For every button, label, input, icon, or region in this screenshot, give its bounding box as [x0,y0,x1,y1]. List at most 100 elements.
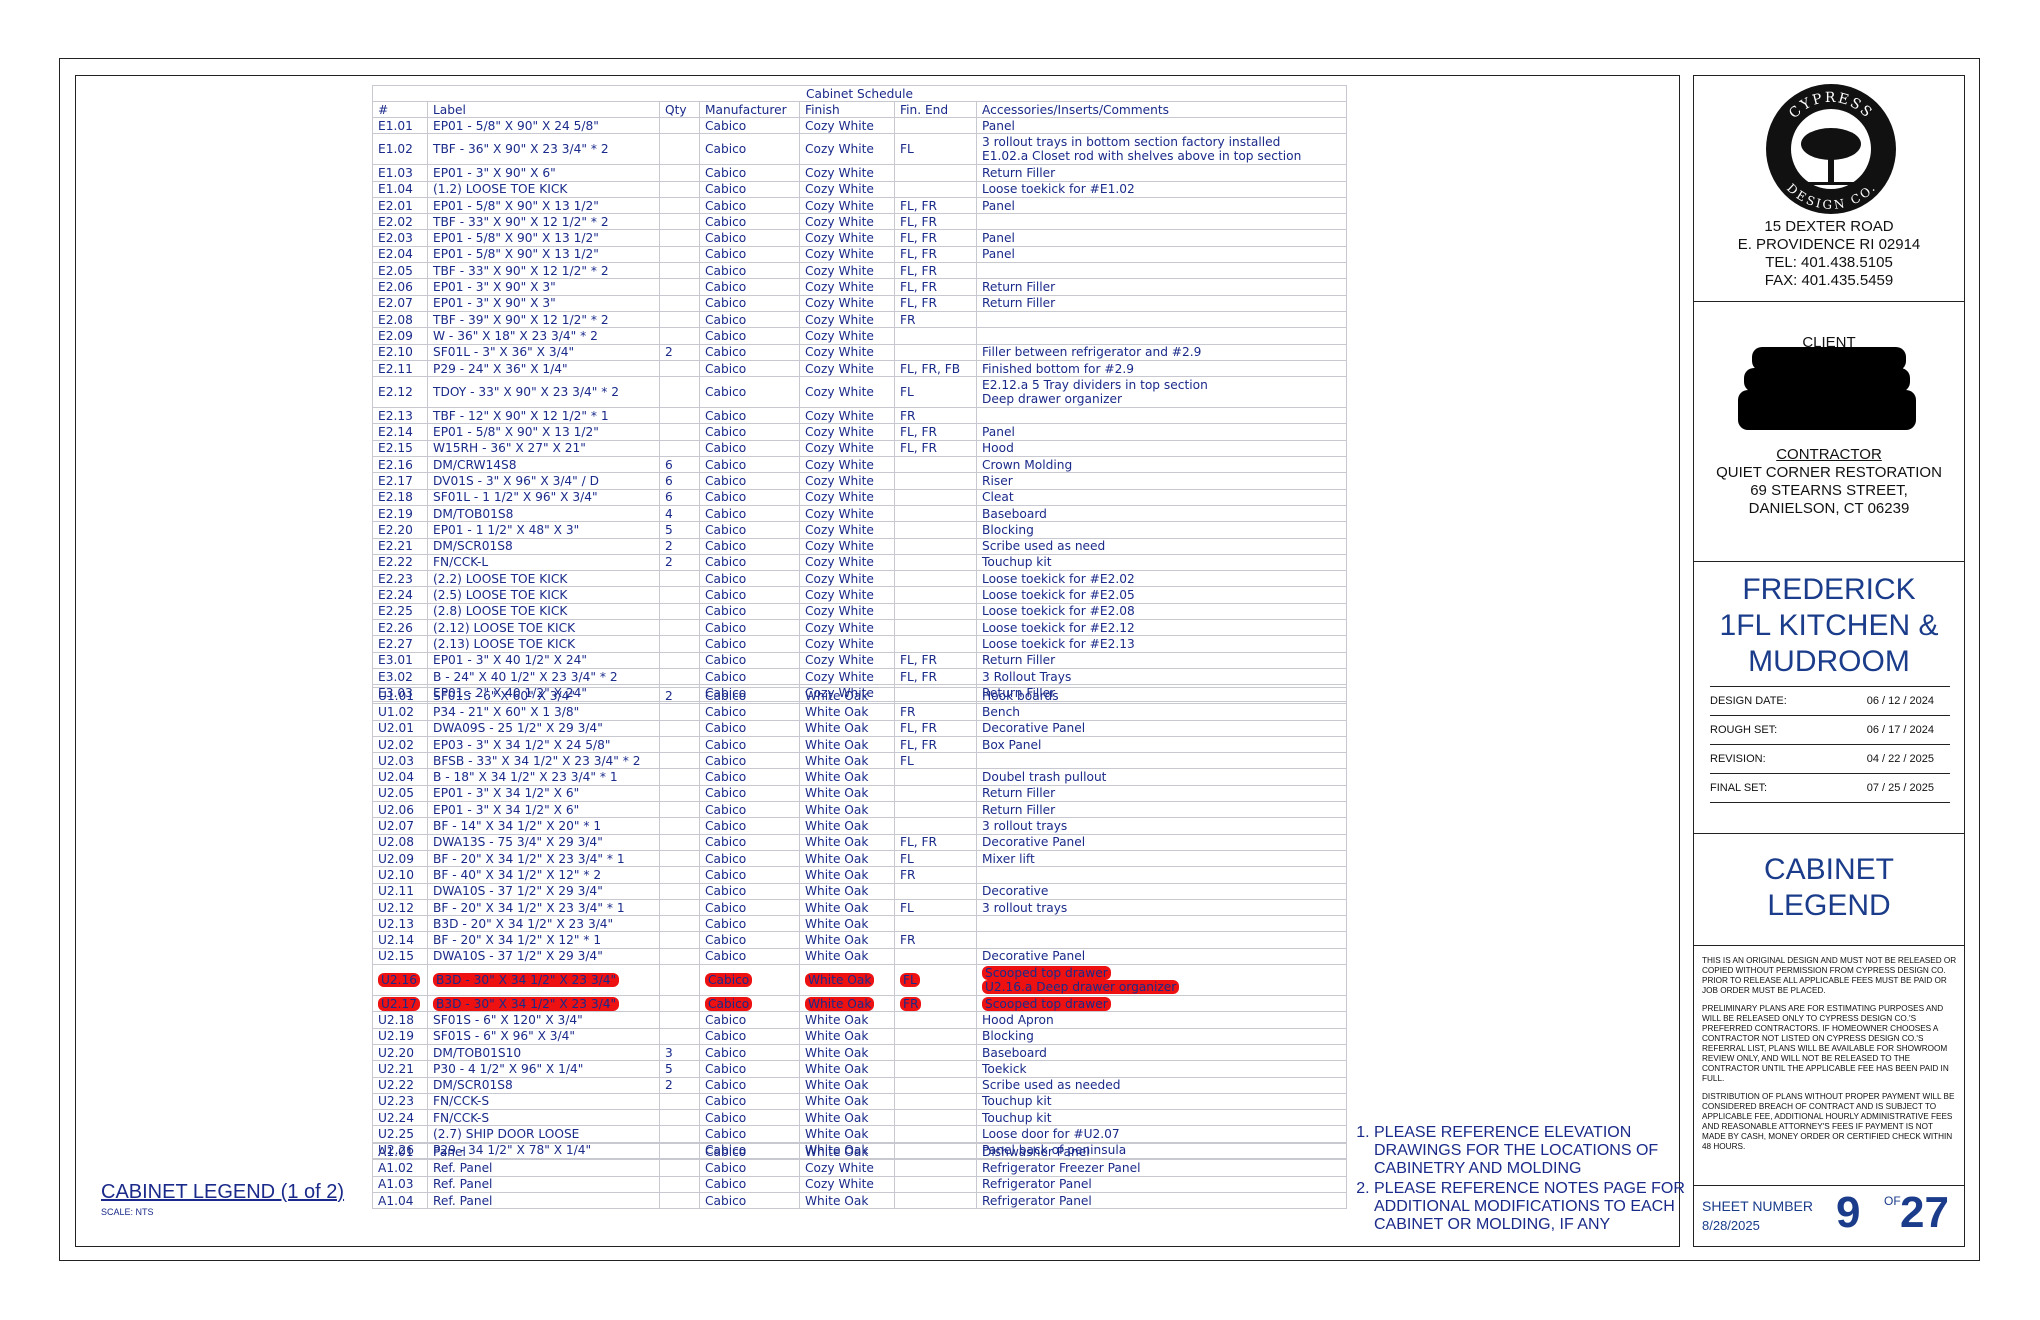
cell-label: BF - 40" X 34 1/2" X 12" * 2 [427,866,660,884]
cell-fin-end: FL, FR [894,735,977,754]
cell-fin-end: FL, FR [894,294,977,312]
cell-comments [976,262,1347,280]
cell-comments: 3 Rollout Trays [976,667,1347,686]
cell-label: P34 - 21" X 60" X 1 3/8" [427,703,660,721]
cell-manufacturer: Cabico [699,262,800,280]
cell-id: U2.01 [372,719,428,737]
cell-comments: Toekick [976,1060,1347,1078]
cell-label: Panel [427,1142,660,1161]
cell-finish: White Oak [799,752,895,770]
cell-id: E2.13 [372,407,428,425]
date-row-rough-set: ROUGH SET: 06 / 17 / 2024 [1710,716,1950,745]
cell-finish: White Oak [799,866,895,884]
cell-id: U2.14 [372,931,428,949]
cell-manufacturer: Cabico [699,133,800,166]
cell-label: (2.5) LOOSE TOE KICK [427,586,660,604]
cell-label: (2.13) LOOSE TOE KICK [427,635,660,653]
cell-comments: Return Filler [976,164,1347,182]
cell-manufacturer: Cabico [699,423,800,441]
cell-manufacturer: Cabico [699,472,800,490]
cell-id: E2.22 [372,553,428,572]
table-row: E2.22 FN/CCK-L 2 Cabico Cozy White Touchup ki… [372,553,1347,572]
cabinet-schedule-table-a: A1.01 Panel Cabico White Oak Dishwasher Pane… [372,1142,1347,1210]
cell-qty [659,784,700,803]
cell-manufacturer: Cabico [699,1027,800,1045]
contractor-label: CONTRACTOR [1776,446,1882,463]
cell-id: A1.04 [372,1191,428,1210]
cell-label: BF - 14" X 34 1/2" X 20" * 1 [427,817,660,835]
note-item: PLEASE REFERENCE NOTES PAGE FOR ADDITION… [1374,1180,1694,1234]
cell-finish: Cozy White [799,521,895,539]
cabinet-schedule-table-u: U1.01 SF01S - 6" X 60" X 3/4" 2 Cabico White… [372,686,1347,1160]
cell-label: DM/SCR01S8 [427,537,660,555]
cell-manufacturer: Cabico [699,196,800,215]
cell-finish: Cozy White [799,116,895,135]
cell-finish: Cozy White [799,635,895,653]
cell-fin-end: FL [894,133,977,166]
cell-manufacturer: Cabico [699,439,800,458]
cell-label: (2.2) LOOSE TOE KICK [427,570,660,588]
cell-comments: Panel [976,229,1347,247]
cell-finish: Cozy White [799,472,895,490]
cell-fin-end: FL, FR [894,833,977,851]
cell-manufacturer: Cabico [699,686,800,705]
cell-qty [659,866,700,884]
cell-id: U2.17 [372,995,428,1013]
cell-qty [659,327,700,345]
cell-qty [659,602,700,621]
cell-finish: Cozy White [799,423,895,441]
cell-manufacturer: Cabico [699,180,800,198]
cell-qty [659,915,700,933]
table-row: E1.04 (1.2) LOOSE TOE KICK Cabico Cozy Whit… [372,180,1347,198]
table-row: E2.09 W - 36" X 18" X 23 3/4" * 2 Cabico Co… [372,327,1347,345]
cell-comments: Finished bottom for #2.9 [976,359,1347,378]
cell-comments [976,866,1347,884]
cell-label: (2.7) SHIP DOOR LOOSE [427,1125,660,1143]
cell-qty [659,619,700,637]
cell-label: EP01 - 5/8" X 90" X 13 1/2" [427,423,660,441]
cell-label: P29 - 24" X 36" X 1/4" [427,359,660,378]
cell-id: E2.04 [372,245,428,264]
cell-fin-end: FL [894,376,977,409]
general-notes: PLEASE REFERENCE ELEVATION DRAWINGS FOR … [1356,1124,1694,1236]
cell-label: (2.12) LOOSE TOE KICK [427,619,660,637]
cell-finish: Cozy White [799,262,895,280]
cell-id: U2.21 [372,1060,428,1078]
cell-id: E2.12 [372,376,428,409]
cell-fin-end: FL [894,752,977,770]
cell-manufacturer: Cabico [699,407,800,425]
table-row: U2.09 BF - 20" X 34 1/2" X 23 3/4" * 1 Cab… [372,849,1347,868]
cell-finish: Cozy White [799,407,895,425]
cell-finish: White Oak [799,995,895,1013]
column-header: Finish [799,101,895,118]
cell-manufacturer: Cabico [699,752,800,770]
project-title: FREDERICK 1FL KITCHEN & MUDROOM [1719,573,1939,678]
cell-comments: Loose door for #U2.07 [976,1125,1347,1143]
table-row: E2.06 EP01 - 3" X 90" X 3" Cabico Cozy Whit… [372,278,1347,296]
cell-label: P30 - 4 1/2" X 96" X 1/4" [427,1060,660,1078]
cell-finish: White Oak [799,801,895,819]
cell-fin-end [894,1027,977,1045]
cell-label: EP01 - 5/8" X 90" X 13 1/2" [427,245,660,264]
table-row: U2.24 FN/CCK-S Cabico White Oak Touchup kit [372,1109,1347,1127]
cell-id: U2.20 [372,1043,428,1062]
cell-qty [659,931,700,949]
cell-id: U2.07 [372,817,428,835]
cell-finish: White Oak [799,1125,895,1143]
cell-manufacturer: Cabico [699,1076,800,1094]
table-row: U2.02 EP03 - 3" X 34 1/2" X 24 5/8" Cabico… [372,735,1347,754]
cell-label: EP01 - 1 1/2" X 48" X 3" [427,521,660,539]
cell-id: E2.27 [372,635,428,653]
table-row: E2.11 P29 - 24" X 36" X 1/4" Cabico Cozy Wh… [372,359,1347,378]
cell-label: EP01 - 5/8" X 90" X 24 5/8" [427,116,660,135]
cell-manufacturer: Cabico [699,327,800,345]
highlight-mark: U2.16 [378,973,421,988]
table-row: U2.12 BF - 20" X 34 1/2" X 23 3/4" * 1 Cab… [372,898,1347,917]
cell-id: E2.02 [372,213,428,231]
table-row: E2.18 SF01L - 1 1/2" X 96" X 3/4" 6 Cabico C… [372,488,1347,506]
cell-comments: Loose toekick for #E1.02 [976,180,1347,198]
cell-fin-end: FR [894,310,977,329]
cell-label: B3D - 20" X 34 1/2" X 23 3/4" [427,915,660,933]
cell-manufacturer: Cabico [699,703,800,721]
cell-id: E2.15 [372,439,428,458]
